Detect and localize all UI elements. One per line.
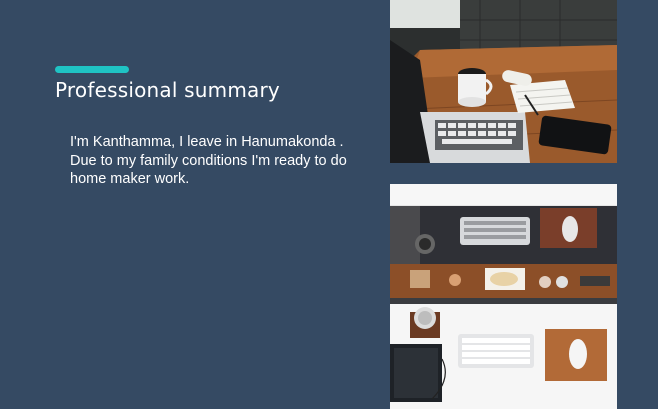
slide: Professional summary I'm Kanthamma, I le… (0, 0, 658, 409)
summary-text: I'm Kanthamma, I leave in Hanumakonda . … (70, 134, 347, 188)
accent-bar (55, 66, 129, 73)
section-title: Professional summary (55, 78, 280, 102)
workspace-photo (390, 184, 617, 409)
laptop-desk-photo (390, 0, 617, 163)
